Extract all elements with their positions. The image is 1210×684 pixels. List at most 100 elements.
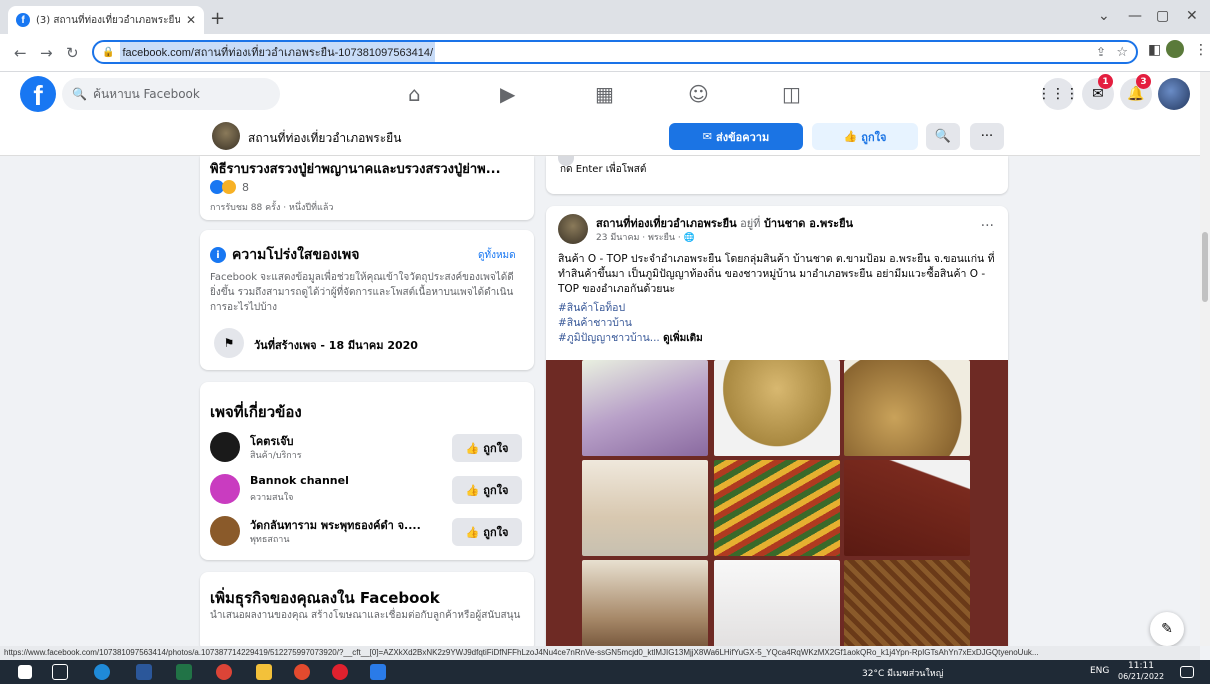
share-icon[interactable]: ⇪ bbox=[1096, 45, 1106, 59]
more-icon: ··· bbox=[980, 129, 994, 144]
video-title[interactable]: พิธีราบรวงสรวงปู่ย่าพญานาคและบรวงสรวงปู่… bbox=[210, 158, 534, 179]
sidepanel-icon[interactable]: ◧ bbox=[1148, 42, 1161, 58]
word-icon[interactable] bbox=[136, 664, 152, 680]
press-enter-hint: กด Enter เพื่อโพสต์ bbox=[560, 164, 647, 175]
reaction-count: 8 bbox=[242, 180, 249, 194]
related-page-category: สินค้า/บริการ bbox=[250, 451, 302, 461]
wow-reaction-icon bbox=[222, 180, 236, 194]
product-photo-broom[interactable] bbox=[714, 360, 840, 456]
product-photo-rolled-mat[interactable] bbox=[844, 460, 970, 556]
product-photo-silk[interactable] bbox=[844, 560, 970, 652]
product-photo-flowers[interactable] bbox=[582, 360, 708, 456]
minimize-icon[interactable]: — bbox=[1128, 8, 1142, 24]
product-photo-baskets[interactable] bbox=[844, 360, 970, 456]
post-author[interactable]: สถานที่ท่องเที่ยวอำเภอพระยืน bbox=[596, 217, 737, 230]
task-view-icon[interactable] bbox=[52, 664, 68, 680]
related-pages-card: เพจที่เกี่ยวข้อง โคตรเจ๊บ สินค้า/บริการ … bbox=[200, 382, 534, 560]
related-page-like-button[interactable]: 👍 ถูกใจ bbox=[452, 476, 522, 504]
thumbs-up-icon: 👍 bbox=[843, 130, 858, 143]
post-more-icon[interactable]: ··· bbox=[981, 218, 994, 234]
reactions[interactable]: 8 bbox=[210, 180, 249, 194]
search-icon: 🔍 bbox=[72, 87, 87, 101]
related-page-like-button[interactable]: 👍 ถูกใจ bbox=[452, 434, 522, 462]
product-photo-bag[interactable] bbox=[582, 460, 708, 556]
like-label: ถูกใจ bbox=[483, 442, 509, 455]
hashtag-link[interactable]: #ภูมิปัญญาชาวบ้าน... bbox=[558, 332, 660, 344]
facebook-search-input[interactable]: 🔍 ค้นหาบน Facebook bbox=[62, 78, 280, 110]
link-status-bar: https://www.facebook.com/107381097563414… bbox=[0, 646, 1200, 660]
reload-icon[interactable]: ↻ bbox=[66, 44, 79, 62]
related-page-avatar[interactable] bbox=[210, 516, 240, 546]
windows-taskbar: 32°C มีเมฆส่วนใหญ่ ENG 11:11 06/21/2022 bbox=[0, 660, 1210, 684]
post-author-avatar[interactable] bbox=[558, 214, 588, 244]
like-label: ถูกใจ bbox=[483, 484, 509, 497]
browser-tab-bar: f (3) สถานที่ท่องเที่ยวอำเภอพระยืน | Fa … bbox=[0, 0, 1210, 34]
maximize-icon[interactable]: ▢ bbox=[1156, 8, 1169, 24]
page-scrollbar[interactable] bbox=[1200, 72, 1210, 646]
windows-start-icon[interactable] bbox=[18, 665, 32, 679]
hashtag-link[interactable]: #สินค้าโอท็อป bbox=[558, 301, 998, 316]
marketplace-icon[interactable]: ▦ bbox=[595, 82, 614, 106]
like-page-button[interactable]: 👍 ถูกใจ bbox=[812, 123, 918, 150]
new-tab-icon[interactable]: + bbox=[210, 8, 225, 29]
language-indicator[interactable]: ENG bbox=[1090, 666, 1109, 676]
post-photo-collage[interactable] bbox=[546, 360, 1008, 652]
page-avatar[interactable] bbox=[212, 122, 240, 150]
excel-icon[interactable] bbox=[176, 664, 192, 680]
notification-center-icon[interactable] bbox=[1180, 666, 1194, 678]
page-name[interactable]: สถานที่ท่องเที่ยวอำเภอพระยืน bbox=[248, 129, 401, 148]
see-more-link[interactable]: ดูเพิ่มเติม bbox=[663, 333, 703, 344]
post-at-word: อยู่ที่ bbox=[740, 217, 761, 230]
tab-close-icon[interactable]: ✕ bbox=[186, 13, 196, 27]
post-meta[interactable]: 23 มีนาคม · พระยืน · 🌐 bbox=[596, 230, 695, 244]
related-page-item[interactable]: วัดกลันทาราม พระพุทธองค์ดำ จ.... พุทธสถา… bbox=[210, 514, 522, 550]
file-explorer-icon[interactable] bbox=[256, 664, 272, 680]
related-page-avatar[interactable] bbox=[210, 432, 240, 462]
teams-icon[interactable] bbox=[370, 664, 386, 680]
product-photo-box[interactable] bbox=[582, 560, 708, 652]
home-icon[interactable]: ⌂ bbox=[408, 82, 421, 106]
menu-grid-icon[interactable]: ⋮⋮⋮ bbox=[1037, 78, 1079, 110]
chrome-profile-avatar[interactable] bbox=[1166, 40, 1184, 58]
clock-time[interactable]: 11:11 bbox=[1128, 661, 1154, 671]
gaming-icon[interactable]: ◫ bbox=[782, 82, 801, 106]
window-close-icon[interactable]: ✕ bbox=[1186, 8, 1198, 24]
product-photo-paper-bag[interactable] bbox=[714, 560, 840, 652]
opera-icon[interactable] bbox=[332, 664, 348, 680]
hashtag-link[interactable]: #สินค้าชาวบ้าน bbox=[558, 316, 998, 331]
page-more-button[interactable]: ··· bbox=[970, 123, 1004, 150]
facebook-logo-icon[interactable]: f bbox=[20, 76, 56, 112]
bookmark-star-icon[interactable]: ☆ bbox=[1116, 45, 1128, 60]
see-all-link[interactable]: ดูทั้งหมด bbox=[478, 248, 516, 263]
related-page-category: ความสนใจ bbox=[250, 493, 294, 503]
page-transparency-card: i ความโปร่งใสของเพจ ดูทั้งหมด Facebook จ… bbox=[200, 230, 534, 370]
account-avatar[interactable] bbox=[1158, 78, 1190, 110]
send-message-button[interactable]: ✉ ส่งข้อความ bbox=[669, 123, 803, 150]
related-page-item[interactable]: Bannok channel ความสนใจ 👍 ถูกใจ bbox=[210, 472, 522, 508]
forward-icon[interactable]: → bbox=[40, 44, 53, 62]
related-page-name[interactable]: Bannok channel bbox=[250, 474, 440, 487]
related-page-avatar[interactable] bbox=[210, 474, 240, 504]
browser-tab[interactable]: f (3) สถานที่ท่องเที่ยวอำเภอพระยืน | Fa … bbox=[8, 6, 204, 34]
new-message-icon[interactable]: ✎ bbox=[1150, 612, 1184, 646]
post-location[interactable]: บ้านชาด อ.พระยืน bbox=[764, 217, 853, 230]
lock-icon[interactable]: 🔒 bbox=[102, 47, 114, 58]
groups-icon[interactable]: ☺ bbox=[688, 82, 709, 106]
edge-icon[interactable] bbox=[94, 664, 110, 680]
chrome-icon[interactable] bbox=[216, 664, 232, 680]
tab-search-icon[interactable]: ⌄ bbox=[1098, 8, 1110, 24]
chrome-alt-icon[interactable] bbox=[294, 664, 310, 680]
product-photo-fabric[interactable] bbox=[714, 460, 840, 556]
watch-icon[interactable]: ▶ bbox=[500, 82, 515, 106]
page-search-button[interactable]: 🔍 bbox=[926, 123, 960, 150]
clock-date[interactable]: 06/21/2022 bbox=[1118, 672, 1164, 681]
url-input[interactable]: 🔒 facebook.com/สถานที่ท่องเที่ยวอำเภอพระ… bbox=[92, 40, 1138, 64]
chrome-menu-icon[interactable]: ⋮ bbox=[1194, 42, 1208, 58]
business-text: นำเสนอผลงานของคุณ สร้างโฆษณาและเชื่อมต่อ… bbox=[210, 610, 521, 621]
related-page-like-button[interactable]: 👍 ถูกใจ bbox=[452, 518, 522, 546]
weather-text[interactable]: 32°C มีเมฆส่วนใหญ่ bbox=[862, 666, 943, 680]
scroll-thumb[interactable] bbox=[1202, 232, 1208, 302]
video-post-card[interactable]: พิธีราบรวงสรวงปู่ย่าพญานาคและบรวงสรวงปู่… bbox=[200, 156, 534, 220]
back-icon[interactable]: ← bbox=[14, 44, 27, 62]
related-page-item[interactable]: โคตรเจ๊บ สินค้า/บริการ 👍 ถูกใจ bbox=[210, 430, 522, 466]
